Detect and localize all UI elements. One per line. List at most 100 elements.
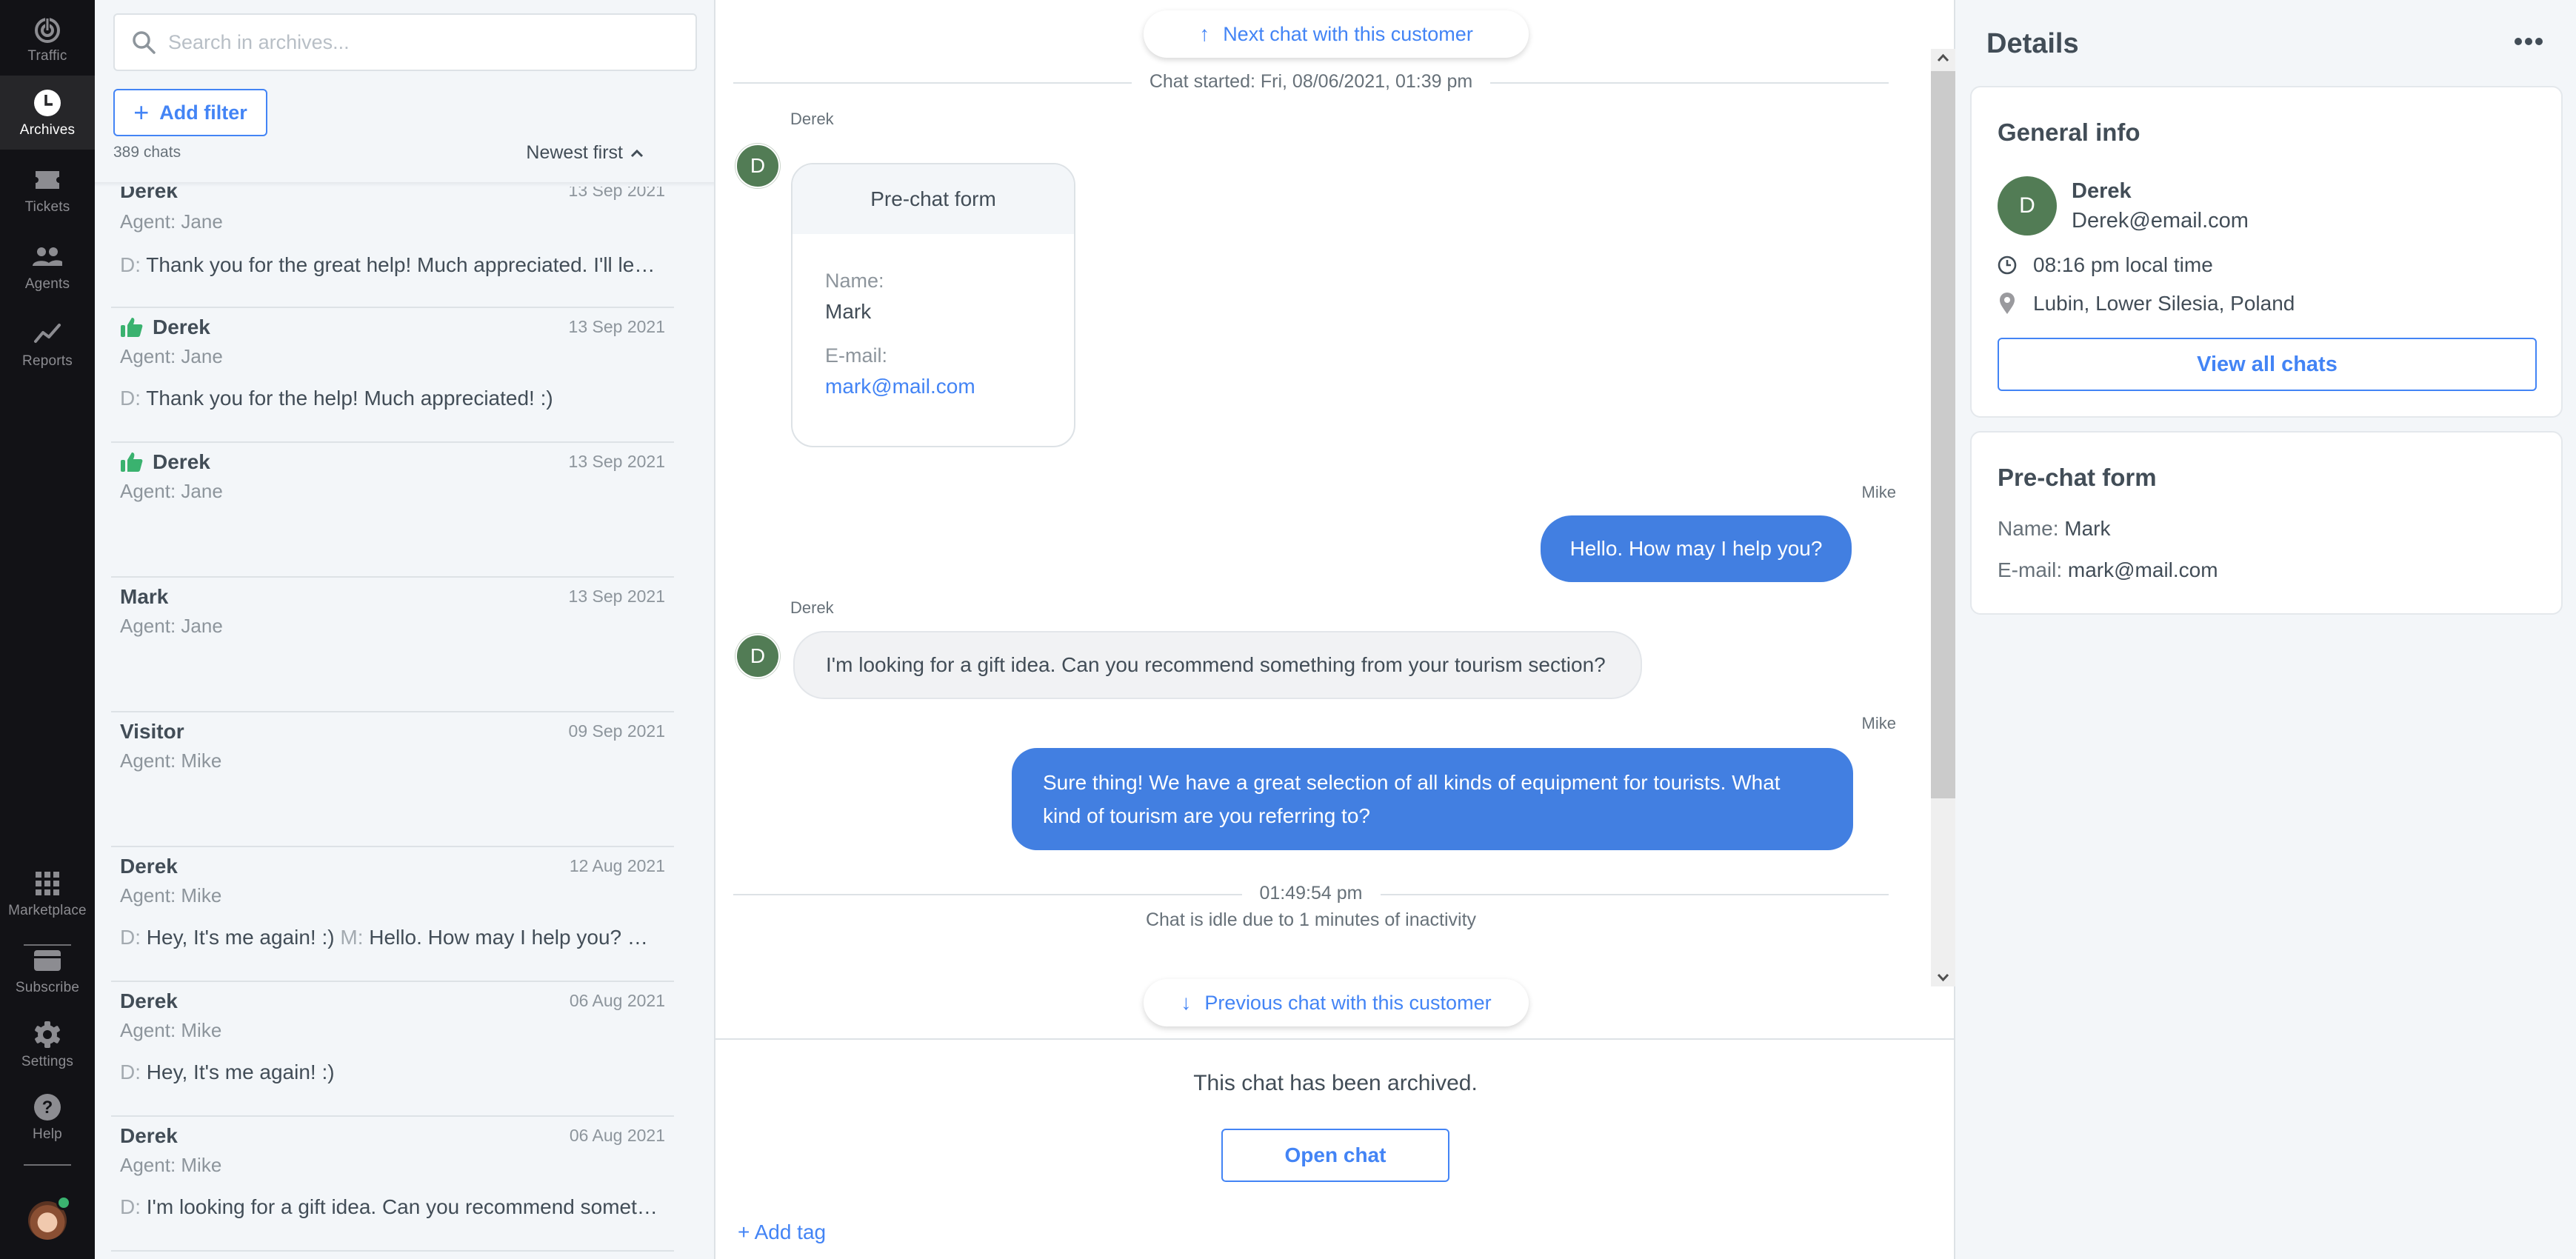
chat-list-item[interactable]: Derek 13 Sep 2021 Agent: Jane D: Thank you …	[111, 308, 674, 443]
nav-item-traffic[interactable]: Traffic	[0, 1, 95, 76]
agent-name: Agent: Jane	[120, 615, 223, 637]
scroll-up-arrow-icon[interactable]	[1937, 53, 1949, 62]
customer-email: Derek@email.com	[2072, 209, 2249, 233]
chat-date: 13 Sep 2021	[568, 187, 665, 200]
chat-scrollbar-thumb[interactable]	[1931, 71, 1955, 798]
customer-name: Derek	[120, 315, 210, 339]
customer-avatar: D	[735, 634, 780, 678]
thumbs-up-icon	[121, 452, 143, 472]
nav-item-help[interactable]: ? Help	[0, 1080, 95, 1154]
next-chat-label: Next chat with this customer	[1223, 22, 1473, 45]
nav-label: Help	[33, 1126, 62, 1142]
customer-name: Derek	[120, 450, 210, 474]
chat-list-item[interactable]: Derek 13 Sep 2021 Agent: Jane D: Thank you …	[111, 187, 674, 308]
message-bubble-agent: Sure thing! We have a great selection of…	[1012, 748, 1853, 850]
nav-item-marketplace[interactable]: Marketplace	[0, 856, 95, 930]
message-author: Mike	[1861, 483, 1896, 501]
gear-icon	[31, 1018, 64, 1051]
traffic-icon	[31, 13, 64, 45]
scroll-down-arrow-icon[interactable]	[1937, 973, 1949, 982]
add-tag-link[interactable]: + Add tag	[738, 1220, 826, 1244]
prechat-name-row: Name: Mark	[1998, 517, 2110, 541]
view-all-chats-button[interactable]: View all chats	[1998, 338, 2537, 391]
chat-date: 12 Aug 2021	[569, 856, 665, 875]
nav-item-reports[interactable]: Reports	[0, 307, 95, 381]
search-input[interactable]	[168, 30, 672, 54]
chat-list-item[interactable]: Derek 06 Aug 2021 Agent: Mike D: Hey, It's …	[111, 982, 674, 1117]
archived-notice: This chat has been archived.	[1193, 1071, 1478, 1095]
search-icon	[131, 30, 156, 55]
nav-item-tickets[interactable]: Tickets	[0, 153, 95, 227]
archives-list-panel: + Add filter 389 chats Newest first Dere…	[95, 0, 810, 1259]
agents-icon	[31, 241, 64, 273]
chat-date: 13 Sep 2021	[568, 452, 665, 471]
svg-text:?: ?	[42, 1098, 53, 1118]
customer-name: Derek	[2072, 179, 2132, 203]
search-box[interactable]	[113, 13, 697, 71]
message-author: Mike	[1861, 714, 1896, 732]
nav-label: Archives	[19, 122, 76, 138]
grid-icon	[31, 867, 64, 900]
next-chat-button[interactable]: ↑ Next chat with this customer	[1144, 10, 1529, 58]
general-info-card: General info D Derek Derek@email.com 08:…	[1970, 86, 2563, 418]
main-nav: Traffic Archives Tickets Agents Reports …	[0, 0, 95, 1259]
chat-list: Derek 13 Sep 2021 Agent: Jane D: Thank you …	[95, 187, 690, 1259]
clock-icon	[1998, 256, 2017, 275]
customer-avatar: D	[1998, 176, 2057, 236]
chat-list-item[interactable]: Derek 12 Aug 2021 Agent: Mike D: Hey, It's …	[111, 847, 674, 982]
chat-transcript: ↑ Next chat with this customer Chat star…	[715, 0, 1955, 1259]
clock-icon	[31, 87, 64, 119]
nav-label: Subscribe	[15, 980, 80, 995]
message-author: Derek	[790, 598, 834, 617]
chat-date: 13 Sep 2021	[568, 587, 665, 606]
agent-name: Agent: Jane	[120, 345, 223, 367]
message-bubble-agent: Hello. How may I help you?	[1541, 515, 1852, 582]
nav-label: Agents	[24, 276, 70, 292]
user-avatar[interactable]	[28, 1195, 71, 1240]
previous-chat-button[interactable]: ↓ Previous chat with this customer	[1144, 979, 1529, 1026]
thumbs-up-icon	[121, 318, 143, 337]
nav-item-archives[interactable]: Archives	[0, 76, 95, 150]
nav-item-settings[interactable]: Settings	[0, 1007, 95, 1081]
reports-icon	[31, 318, 64, 350]
customer-name: Derek	[120, 989, 178, 1012]
ticket-icon	[31, 164, 64, 196]
more-options-icon[interactable]	[2514, 34, 2543, 49]
online-status-badge	[56, 1195, 71, 1210]
prechat-form-title: Pre-chat form	[1998, 464, 2157, 491]
chat-list-item[interactable]: Derek 06 Aug 2021 Agent: Mike D: I'm lookin…	[111, 1117, 674, 1252]
chat-list-item[interactable]: Mark 13 Sep 2021 Agent: Jane	[111, 578, 674, 712]
nav-label: Tickets	[24, 199, 70, 215]
idle-notice: Chat is idle due to 1 minutes of inactiv…	[1145, 909, 1477, 930]
local-time: 08:16 pm local time	[2033, 253, 2213, 276]
add-filter-label: Add filter	[159, 101, 247, 124]
message-preview: D: Thank you for the great help! Much ap…	[120, 253, 665, 276]
location-pin-icon	[2000, 293, 2015, 314]
location-row: Lubin, Lower Silesia, Poland	[1998, 292, 2295, 315]
customer-name: Mark	[120, 585, 169, 608]
prechat-email-link[interactable]: mark@mail.com	[825, 375, 1074, 398]
nav-item-subscribe[interactable]: Subscribe	[0, 933, 95, 1007]
customer-name: Visitor	[120, 720, 184, 743]
chat-list-item[interactable]: Derek 13 Sep 2021 Agent: Jane	[111, 443, 674, 578]
chat-scrollbar[interactable]	[1931, 49, 1955, 986]
card-icon	[31, 944, 64, 977]
message-author: Derek	[790, 110, 834, 128]
nav-label: Reports	[22, 353, 73, 369]
nav-item-agents[interactable]: Agents	[0, 230, 95, 304]
nav-label: Settings	[21, 1054, 74, 1069]
chat-date: 06 Aug 2021	[569, 1126, 665, 1145]
local-time-row: 08:16 pm local time	[1998, 253, 2213, 277]
prechat-email-label: E-mail:	[825, 344, 888, 367]
message-preview: D: Hey, It's me again! :)	[120, 1061, 335, 1083]
add-filter-button[interactable]: + Add filter	[113, 89, 267, 136]
open-chat-button[interactable]: Open chat	[1221, 1129, 1449, 1182]
customer-name: Derek	[120, 187, 178, 202]
agent-name: Agent: Mike	[120, 1019, 222, 1041]
message-preview: D: I'm looking for a gift idea. Can you …	[120, 1195, 665, 1218]
sort-dropdown[interactable]: Newest first	[526, 142, 644, 164]
customer-name: Derek	[120, 1124, 178, 1147]
arrow-up-icon: ↑	[1199, 22, 1210, 45]
chat-list-item[interactable]: Visitor 09 Sep 2021 Agent: Mike	[111, 712, 674, 847]
plus-icon: +	[133, 97, 150, 127]
